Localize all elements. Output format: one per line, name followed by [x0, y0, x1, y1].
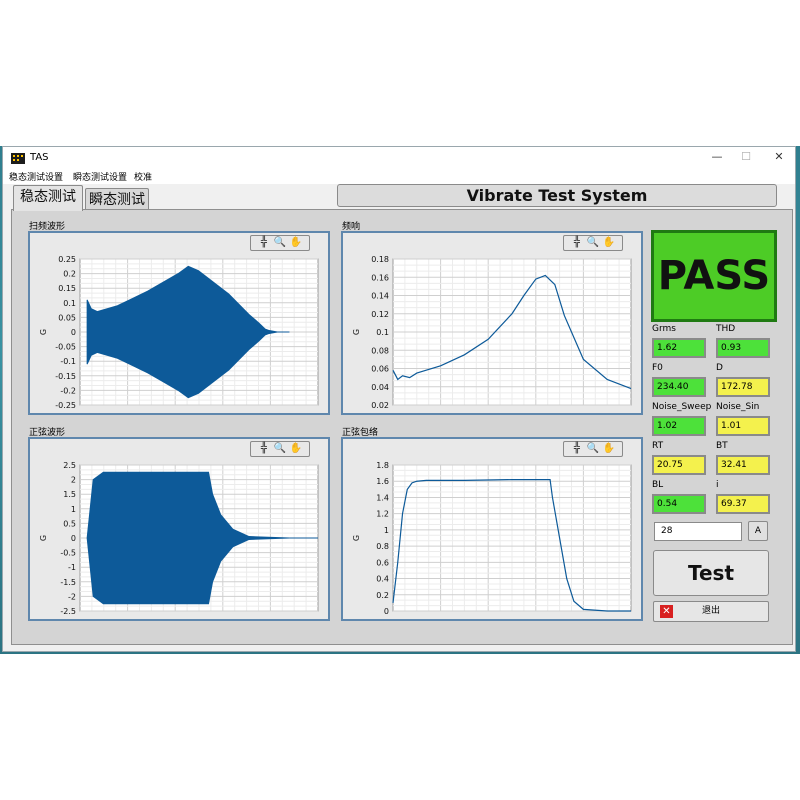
maximize-button[interactable]: ☐ [732, 149, 760, 165]
metric-value-rt: 20.75 [652, 455, 706, 475]
metric-label-f0: F0 [652, 363, 663, 373]
y-tick-label: 1.8 [376, 461, 389, 470]
metric-value-d: 172.78 [716, 377, 770, 397]
menu-steady-settings[interactable]: 稳态测试设置 [9, 170, 63, 183]
y-axis-label: G [352, 535, 361, 541]
count-input[interactable]: 28 [654, 522, 742, 541]
y-axis-label: G [39, 535, 48, 541]
chart-sweep-waveform: ╬ 🔍 ✋ 0.25 0.2 0.15 0.1 0.05 0 -0.05 -0.1 -0.15 -0.2… [28, 231, 330, 415]
exit-button[interactable]: ✕ 退出 [653, 601, 769, 622]
metric-label-bt: BT [716, 441, 728, 451]
metric-value-f0: 234.40 [652, 377, 706, 397]
y-tick-label: 1.2 [376, 510, 389, 519]
system-title-bar: Vibrate Test System [337, 184, 777, 207]
title-bar[interactable]: TAS — ☐ ✕ [3, 147, 795, 169]
metric-label-i: i [716, 480, 719, 490]
result-indicator: PASS [651, 230, 777, 322]
y-tick-label: 0 [384, 607, 389, 616]
window-title: TAS [30, 152, 49, 163]
y-tick-label: 0.4 [376, 575, 389, 584]
y-tick-label: -1 [68, 563, 76, 572]
y-tick-label: 1.4 [376, 493, 389, 502]
y-tick-label: 2.5 [63, 461, 76, 470]
y-tick-label: 2 [71, 476, 76, 485]
y-tick-label: 0.8 [376, 542, 389, 551]
y-tick-label: -0.1 [60, 357, 76, 366]
y-tick-label: 0 [71, 328, 76, 337]
chart-sine-waveform: ╬ 🔍 ✋ 2.5 2 1.5 1 0.5 0 -0.5 -1 -1.5 -2 -2.5 G [28, 437, 330, 621]
menu-calibration[interactable]: 校准 [134, 170, 152, 183]
metric-value-bl: 0.54 [652, 494, 706, 514]
metric-label-grms: Grms [652, 324, 676, 334]
metric-value-i: 69.37 [716, 494, 770, 514]
test-button[interactable]: Test [653, 550, 769, 596]
y-tick-label: 0.08 [371, 346, 389, 355]
y-tick-label: 1 [384, 526, 389, 535]
tab-steady-test[interactable]: 稳态测试 [13, 185, 83, 211]
metric-value-noise-sin: 1.01 [716, 416, 770, 436]
minimize-button[interactable]: — [703, 149, 731, 165]
y-tick-label: 0.02 [371, 401, 389, 410]
y-tick-label: 0.06 [371, 365, 389, 374]
y-tick-label: 0.04 [371, 383, 389, 392]
y-tick-label: 0.25 [58, 255, 76, 264]
plot-area: 0.18 0.16 0.14 0.12 0.1 0.08 0.06 0.04 0.02 G [352, 255, 632, 410]
metric-value-bt: 32.41 [716, 455, 770, 475]
exit-button-label: 退出 [701, 606, 720, 616]
y-tick-label: 0.15 [58, 284, 76, 293]
metric-label-noise-sweep: Noise_Sweep [652, 402, 712, 412]
plot-area: 0.25 0.2 0.15 0.1 0.05 0 -0.05 -0.1 -0.15 -0.2 -0.… [39, 255, 319, 410]
y-tick-label: 1.6 [376, 477, 389, 486]
metric-value-noise-sweep: 1.02 [652, 416, 706, 436]
y-tick-label: 0.14 [371, 292, 389, 301]
y-tick-label: 0.12 [371, 310, 389, 319]
y-tick-label: -1.5 [60, 578, 76, 587]
screen: TAS — ☐ ✕ 稳态测试设置 瞬态测试设置 校准 稳态测试 瞬态测试 Vib… [0, 0, 800, 800]
y-tick-label: -0.15 [55, 372, 76, 381]
y-tick-label: 0 [71, 534, 76, 543]
y-tick-label: 1 [71, 505, 76, 514]
y-tick-label: 1.5 [63, 490, 76, 499]
y-tick-label: 0.6 [376, 558, 389, 567]
y-tick-label: 0.2 [63, 270, 76, 279]
y-tick-label: -2 [68, 592, 76, 601]
metric-value-grms: 1.62 [652, 338, 706, 358]
metric-label-d: D [716, 363, 723, 373]
chart-sine-envelope: ╬ 🔍 ✋ 1.8 1.6 1.4 1.2 1 0.8 0.6 0.4 0.2 0 G [341, 437, 643, 621]
plot-area: 1.8 1.6 1.4 1.2 1 0.8 0.6 0.4 0.2 0 G [352, 461, 632, 616]
app-icon [11, 153, 25, 164]
metric-value-thd: 0.93 [716, 338, 770, 358]
y-axis-label: G [39, 329, 48, 335]
y-tick-label: -0.25 [55, 401, 76, 410]
y-tick-label: -0.5 [60, 549, 76, 558]
y-tick-label: 0.05 [58, 313, 76, 322]
metric-label-rt: RT [652, 441, 664, 451]
y-tick-label: 0.16 [371, 273, 389, 282]
metric-label-thd: THD [716, 324, 736, 334]
metric-label-noise-sin: Noise_Sin [716, 402, 760, 412]
y-axis-label: G [352, 329, 361, 335]
y-tick-label: 0.18 [371, 255, 389, 264]
close-button[interactable]: ✕ [765, 149, 793, 165]
y-tick-label: 0.1 [376, 328, 389, 337]
y-tick-label: -2.5 [60, 607, 76, 616]
y-tick-label: -0.05 [55, 343, 76, 352]
y-tick-label: 0.2 [376, 591, 389, 600]
y-tick-label: 0.1 [63, 299, 76, 308]
a-button[interactable]: A [748, 521, 768, 541]
chart-frequency-response: ╬ 🔍 ✋ 0.18 0.16 0.14 0.12 0.1 0.08 0.06 0.04 0.02 G [341, 231, 643, 415]
y-tick-label: -0.2 [60, 386, 76, 395]
y-tick-label: 0.5 [63, 519, 76, 528]
menu-bar: 稳态测试设置 瞬态测试设置 校准 [3, 169, 795, 184]
exit-icon: ✕ [660, 605, 673, 618]
menu-transient-settings[interactable]: 瞬态测试设置 [73, 170, 127, 183]
metric-label-bl: BL [652, 480, 664, 490]
plot-area: 2.5 2 1.5 1 0.5 0 -0.5 -1 -1.5 -2 -2.5 G [39, 461, 319, 616]
